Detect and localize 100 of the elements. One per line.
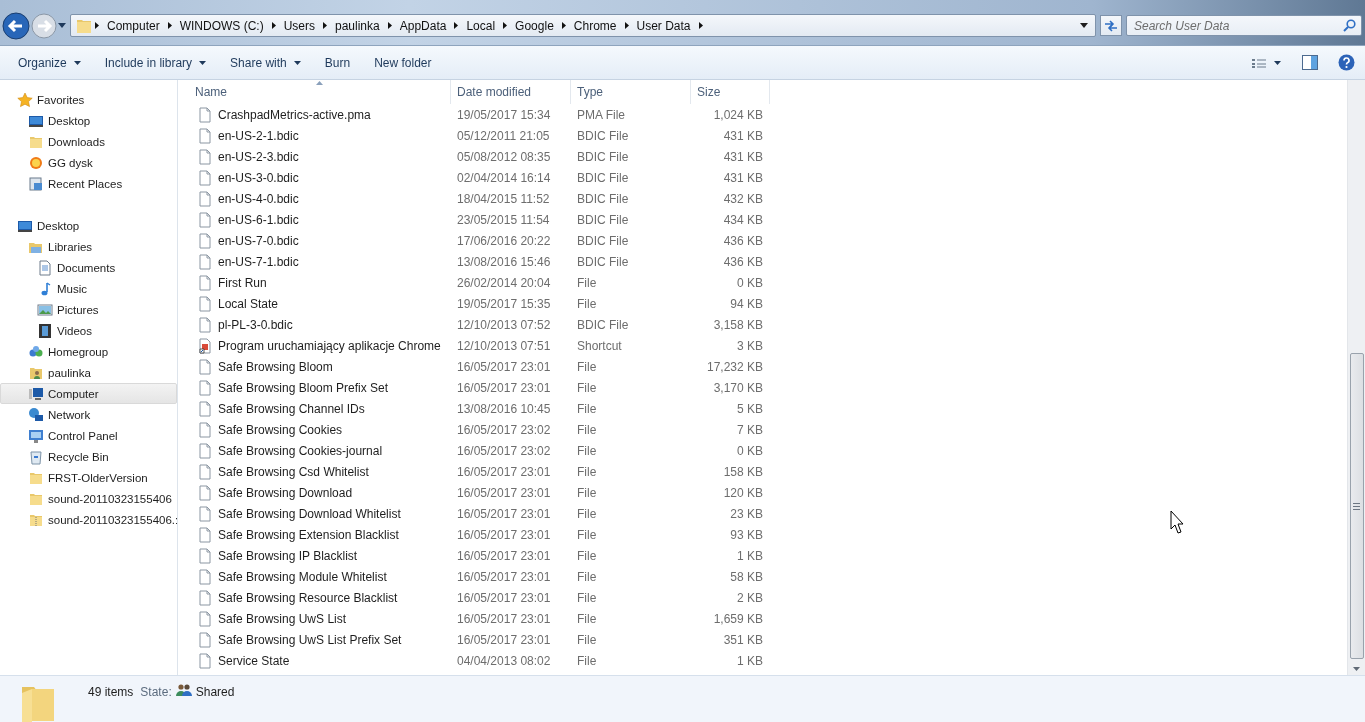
breadcrumb[interactable]: Google bbox=[509, 16, 560, 35]
file-item[interactable]: Service State bbox=[189, 652, 451, 669]
nav-item[interactable]: Network bbox=[0, 404, 177, 425]
folder-icon bbox=[75, 17, 93, 34]
file-item[interactable]: Program uruchamiający aplikacje Chrome bbox=[189, 337, 451, 354]
toolbar-button[interactable]: Burn bbox=[316, 51, 359, 74]
breadcrumb[interactable]: Computer bbox=[101, 16, 166, 35]
breadcrumb[interactable]: User Data bbox=[630, 16, 697, 35]
file-item[interactable]: Safe Browsing Cookies-journal bbox=[189, 442, 451, 459]
file-icon bbox=[197, 274, 213, 291]
type-cell-text: File bbox=[576, 275, 598, 290]
type-cell-text: File bbox=[576, 485, 598, 500]
scrollbar[interactable] bbox=[1347, 80, 1365, 675]
file-icon bbox=[197, 316, 213, 333]
dropdown-caret-icon[interactable] bbox=[1080, 23, 1088, 28]
column-header[interactable]: Size bbox=[691, 80, 770, 104]
date-cell-text: 16/05/2017 23:01 bbox=[456, 548, 552, 563]
nav-item[interactable]: Recycle Bin bbox=[0, 446, 177, 467]
file-item[interactable]: CrashpadMetrics-active.pma bbox=[189, 106, 451, 123]
file-item[interactable]: First Run bbox=[189, 274, 451, 291]
nav-item[interactable]: Homegroup bbox=[0, 341, 177, 362]
file-item[interactable]: Safe Browsing Channel IDs bbox=[189, 400, 451, 417]
file-item[interactable]: en-US-4-0.bdic bbox=[189, 190, 451, 207]
nav-item[interactable]: Downloads bbox=[0, 131, 177, 152]
size-cell-text: 0 KB bbox=[736, 443, 764, 458]
file-item[interactable]: en-US-6-1.bdic bbox=[189, 211, 451, 228]
file-icon bbox=[197, 589, 213, 606]
breadcrumb[interactable]: Users bbox=[277, 16, 321, 35]
nav-item[interactable]: sound-20110323155406 bbox=[0, 488, 177, 509]
file-item[interactable]: en-US-7-0.bdic bbox=[189, 232, 451, 249]
toolbar-button[interactable]: Share with bbox=[222, 51, 309, 74]
chevron-icon bbox=[503, 22, 508, 29]
file-item[interactable]: Safe Browsing Bloom bbox=[189, 358, 451, 375]
nav-item[interactable]: Pictures bbox=[0, 299, 177, 320]
nav-item[interactable]: Desktop bbox=[0, 215, 177, 236]
search-icon bbox=[1343, 19, 1356, 32]
document-icon bbox=[37, 259, 53, 276]
size-cell-text: 158 KB bbox=[722, 464, 764, 479]
size-cell-text: 431 KB bbox=[722, 149, 764, 164]
file-icon bbox=[197, 232, 213, 249]
file-icon bbox=[197, 421, 213, 438]
breadcrumb[interactable]: AppData bbox=[393, 16, 453, 35]
scrollbar-thumb[interactable] bbox=[1349, 353, 1364, 659]
file-item[interactable]: en-US-2-1.bdic bbox=[189, 127, 451, 144]
file-icon bbox=[197, 295, 213, 312]
film-icon bbox=[37, 322, 53, 339]
breadcrumb[interactable]: Chrome bbox=[567, 16, 623, 35]
preview-pane-icon[interactable] bbox=[1302, 55, 1318, 70]
type-cell-text: File bbox=[576, 359, 598, 374]
file-item[interactable]: Local State bbox=[189, 295, 451, 312]
file-item[interactable]: en-US-7-1.bdic bbox=[189, 253, 451, 270]
file-item[interactable]: Safe Browsing UwS List bbox=[189, 610, 451, 627]
nav-item[interactable]: Favorites bbox=[0, 89, 177, 110]
nav-item[interactable]: Videos bbox=[0, 320, 177, 341]
file-item[interactable]: pl-PL-3-0.bdic bbox=[189, 316, 451, 333]
chevron-icon bbox=[561, 22, 566, 29]
back-button-icon[interactable] bbox=[2, 11, 30, 40]
toolbar-button[interactable]: Organize bbox=[10, 51, 89, 74]
file-item[interactable]: en-US-3-0.bdic bbox=[189, 169, 451, 186]
file-item[interactable]: Safe Browsing UwS List Prefix Set bbox=[189, 631, 451, 648]
breadcrumb[interactable]: paulinka bbox=[329, 16, 386, 35]
view-options-icon[interactable] bbox=[1252, 57, 1282, 68]
file-item[interactable]: Safe Browsing Download Whitelist bbox=[189, 505, 451, 522]
nav-item[interactable]: Recent Places bbox=[0, 173, 177, 194]
toolbar-button[interactable]: Include in library bbox=[96, 51, 215, 74]
search-input[interactable]: Search User Data bbox=[1127, 16, 1343, 35]
nav-item[interactable]: Libraries bbox=[0, 236, 177, 257]
file-icon bbox=[197, 442, 213, 459]
file-item[interactable]: Safe Browsing Download bbox=[189, 484, 451, 501]
nav-item[interactable]: Desktop bbox=[0, 110, 177, 131]
nav-item[interactable]: Control Panel bbox=[0, 425, 177, 446]
nav-item[interactable]: paulinka bbox=[0, 362, 177, 383]
file-item[interactable]: Safe Browsing Bloom Prefix Set bbox=[189, 379, 451, 396]
nav-item[interactable]: sound-20110323155406.: bbox=[0, 509, 177, 530]
type-cell-text: File bbox=[576, 422, 598, 437]
file-item[interactable]: Safe Browsing Csd Whitelist bbox=[189, 463, 451, 480]
address-field[interactable]: Computer WINDOWS (C:) Users paulinka AppData Local Google Chrome User Data bbox=[70, 14, 1096, 37]
nav-item[interactable]: Documents bbox=[0, 257, 177, 278]
file-item[interactable]: Safe Browsing Module Whitelist bbox=[189, 568, 451, 585]
type-cell-text: BDIC File bbox=[576, 191, 630, 206]
help-icon[interactable] bbox=[1338, 54, 1355, 71]
file-item[interactable]: en-US-2-3.bdic bbox=[189, 148, 451, 165]
search-field[interactable]: Search User Data bbox=[1126, 15, 1362, 36]
column-header[interactable]: Name bbox=[189, 80, 451, 104]
file-item[interactable]: Safe Browsing Extension Blacklist bbox=[189, 526, 451, 543]
breadcrumb[interactable]: WINDOWS (C:) bbox=[173, 16, 270, 35]
history-dropdown-icon[interactable] bbox=[58, 23, 66, 28]
toolbar-button[interactable]: New folder bbox=[366, 51, 440, 74]
breadcrumb[interactable]: Local bbox=[460, 16, 502, 35]
file-item[interactable]: Safe Browsing Resource Blacklist bbox=[189, 589, 451, 606]
column-header[interactable]: Date modified bbox=[451, 80, 571, 104]
file-item[interactable]: Safe Browsing Cookies bbox=[189, 421, 451, 438]
scroll-down-arrow-icon[interactable] bbox=[1353, 667, 1360, 671]
column-header[interactable]: Type bbox=[571, 80, 691, 104]
nav-item[interactable]: FRST-OlderVersion bbox=[0, 467, 177, 488]
nav-item[interactable]: GG dysk bbox=[0, 152, 177, 173]
refresh-button[interactable] bbox=[1100, 15, 1122, 36]
nav-item[interactable]: Computer bbox=[0, 383, 177, 404]
nav-item[interactable]: Music bbox=[0, 278, 177, 299]
file-item[interactable]: Safe Browsing IP Blacklist bbox=[189, 547, 451, 564]
